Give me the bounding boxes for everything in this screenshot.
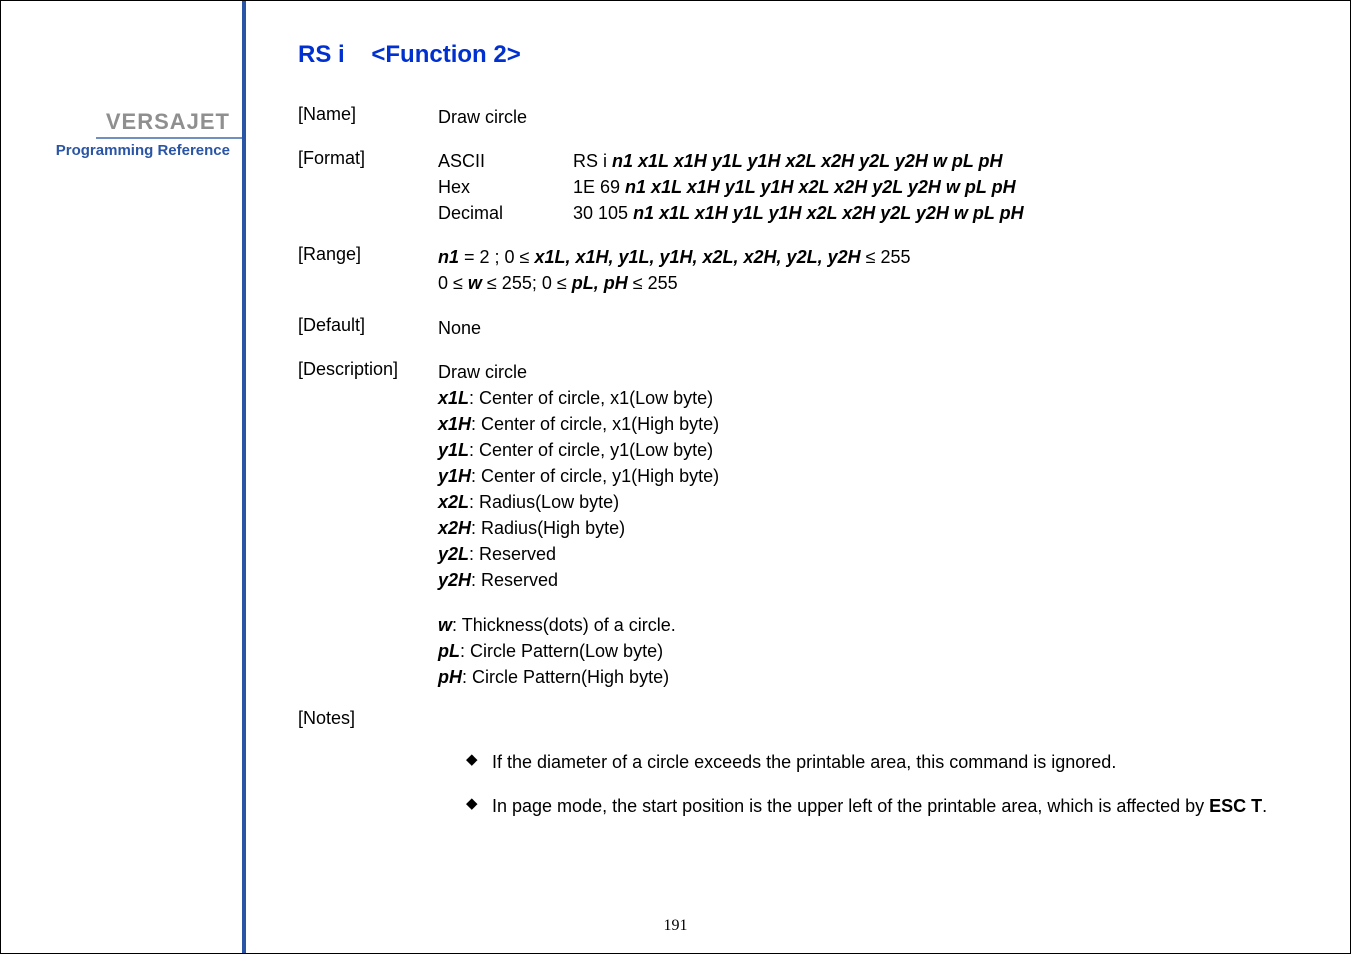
range-plph: pL, pH — [572, 273, 628, 293]
format-hex-label: Hex — [438, 174, 573, 200]
desc-y1H-v: : Center of circle, y1(High byte) — [471, 466, 719, 486]
ascii-params: n1 x1L x1H y1L y1H x2L x2H y2L y2H w pL … — [612, 151, 1003, 171]
desc-x2H-v: : Radius(High byte) — [471, 518, 625, 538]
brand-title: VERSAJET — [96, 109, 242, 139]
desc-y2H-v: : Reserved — [471, 570, 558, 590]
desc-x1L-v: : Center of circle, x1(Low byte) — [469, 388, 713, 408]
description-label: [Description] — [298, 359, 438, 690]
desc-y1L-k: y1L — [438, 440, 469, 460]
desc-x2H-k: x2H — [438, 518, 471, 538]
dec-params: n1 x1L x1H y1L y1H x2L x2H y2L y2H w pL … — [633, 203, 1024, 223]
command-title: RS i <Function 2> — [298, 41, 1320, 69]
format-hex-value: 1E 69 n1 x1L x1H y1L y1H x2L x2H y2L y2H… — [573, 174, 1320, 200]
range-l2a: 0 ≤ — [438, 273, 468, 293]
range-vars: x1L, x1H, y1L, y1H, x2L, x2H, y2L, y2H — [534, 247, 860, 267]
content-area: RS i <Function 2> [Name] Draw circle [Fo… — [246, 1, 1350, 953]
desc-x1H-v: : Center of circle, x1(High byte) — [471, 414, 719, 434]
note-2-c: . — [1262, 796, 1267, 816]
note-2-cmd: ESC T — [1209, 796, 1262, 816]
notes-list: ◆ If the diameter of a circle exceeds th… — [438, 747, 1320, 822]
desc-y2L-v: : Reserved — [469, 544, 556, 564]
description-body: Draw circle x1L: Center of circle, x1(Lo… — [438, 359, 1320, 690]
format-ascii-label: ASCII — [438, 148, 573, 174]
range-w: w — [468, 273, 482, 293]
desc-head: Draw circle — [438, 359, 1320, 385]
desc-y2H-k: y2H — [438, 570, 471, 590]
desc-pL-k: pL — [438, 641, 460, 661]
range-end1: ≤ 255 — [861, 247, 911, 267]
format-ascii-value: RS i n1 x1L x1H y1L y1H x2L x2H y2L y2H … — [573, 148, 1320, 174]
range-mid1: = 2 ; 0 ≤ — [459, 247, 534, 267]
desc-x1H-k: x1H — [438, 414, 471, 434]
range-l2e: ≤ 255 — [628, 273, 678, 293]
desc-y1H-k: y1H — [438, 466, 471, 486]
notes-label: [Notes] — [298, 708, 438, 729]
ascii-prefix: RS i — [573, 151, 612, 171]
bullet-icon: ◆ — [466, 791, 492, 822]
name-label: [Name] — [298, 104, 438, 130]
hex-prefix: 1E 69 — [573, 177, 625, 197]
format-dec-label: Decimal — [438, 200, 573, 226]
bullet-icon: ◆ — [466, 747, 492, 778]
default-value: None — [438, 315, 1320, 341]
desc-x2L-v: : Radius(Low byte) — [469, 492, 619, 512]
range-l2c: ≤ 255; 0 ≤ — [482, 273, 572, 293]
desc-pH-k: pH — [438, 667, 462, 687]
format-label: [Format] — [298, 148, 438, 226]
note-1: If the diameter of a circle exceeds the … — [492, 747, 1116, 778]
note-2: In page mode, the start position is the … — [492, 791, 1267, 822]
desc-y2L-k: y2L — [438, 544, 469, 564]
range-label: [Range] — [298, 244, 438, 296]
sidebar: VERSAJET Programming Reference — [1, 1, 246, 953]
name-value: Draw circle — [438, 104, 1320, 130]
title-cmd: RS i — [298, 41, 345, 68]
title-function: <Function 2> — [371, 41, 520, 68]
dec-prefix: 30 105 — [573, 203, 633, 223]
desc-x2L-k: x2L — [438, 492, 469, 512]
desc-y1L-v: : Center of circle, y1(Low byte) — [469, 440, 713, 460]
hex-params: n1 x1L x1H y1L y1H x2L x2H y2L y2H w pL … — [625, 177, 1016, 197]
format-dec-value: 30 105 n1 x1L x1H y1L y1H x2L x2H y2L y2… — [573, 200, 1320, 226]
range-n1: n1 — [438, 247, 459, 267]
desc-w-v: : Thickness(dots) of a circle. — [452, 615, 676, 635]
page-number: 191 — [664, 917, 688, 935]
desc-w-k: w — [438, 615, 452, 635]
desc-pH-v: : Circle Pattern(High byte) — [462, 667, 669, 687]
desc-x1L-k: x1L — [438, 388, 469, 408]
note-2-a: In page mode, the start position is the … — [492, 796, 1209, 816]
default-label: [Default] — [298, 315, 438, 341]
desc-pL-v: : Circle Pattern(Low byte) — [460, 641, 663, 661]
format-table: ASCII RS i n1 x1L x1H y1L y1H x2L x2H y2… — [438, 148, 1320, 226]
range-value: n1 = 2 ; 0 ≤ x1L, x1H, y1L, y1H, x2L, x2… — [438, 244, 1320, 296]
brand-subtitle: Programming Reference — [1, 142, 242, 159]
